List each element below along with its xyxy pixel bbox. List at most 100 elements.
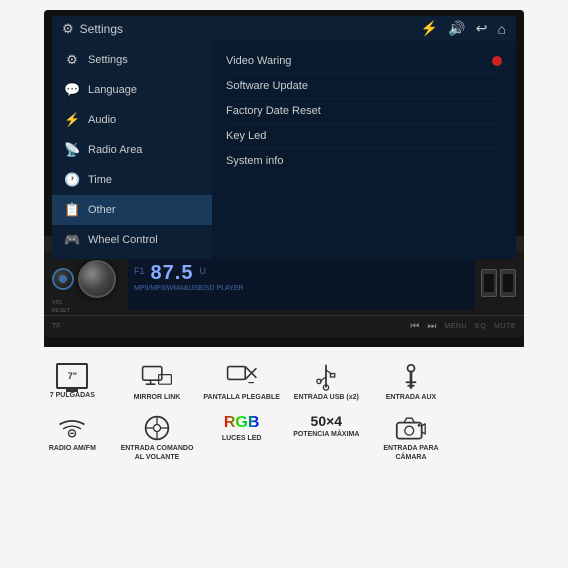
feature-rgb: RGB LUCES LED bbox=[199, 410, 284, 466]
screen-bezel: ⚙ Settings ⚡ 🔊 ↩ ⌂ ⚙ bbox=[44, 10, 524, 236]
menu-label-time: Time bbox=[88, 174, 112, 186]
key-led-label: Key Led bbox=[226, 130, 266, 142]
volume-knob[interactable] bbox=[78, 260, 116, 298]
feature-mirror-link: MIRROR LINK bbox=[115, 359, 200, 406]
reset-label: RESET bbox=[52, 308, 122, 314]
feature-mirror-label: MIRROR LINK bbox=[134, 394, 181, 402]
knob-container bbox=[52, 260, 122, 298]
usb-port-1 bbox=[481, 269, 497, 297]
usb-port-1-inner bbox=[484, 274, 494, 292]
usb-icon bbox=[310, 363, 342, 391]
player-left-controls: MIC VOL RESET bbox=[52, 252, 122, 314]
feature-pantalla: PANTALLA PLEGABLE bbox=[199, 359, 284, 406]
right-item-sysinfo[interactable]: System info bbox=[226, 149, 502, 173]
features-row-1: 7" 7 PULGADAS MIRROR LINK PANTALLA PLEGA… bbox=[20, 359, 548, 406]
right-content: Video Waring Software Update Factory Dat… bbox=[212, 41, 516, 259]
left-menu: ⚙ Settings 💬 Language ⚡ Audio 📡 bbox=[52, 41, 212, 259]
menu-label-language: Language bbox=[88, 84, 137, 96]
menu-item-audio[interactable]: ⚡ Audio bbox=[52, 105, 212, 135]
feature-7-inch: 7" 7 PULGADAS bbox=[30, 359, 115, 406]
frequency-display: 87.5 bbox=[151, 263, 194, 283]
menu-label-radio: Radio Area bbox=[88, 144, 142, 156]
feature-radio: RADIO AM/FM bbox=[30, 410, 115, 466]
mirror-link-icon bbox=[141, 363, 173, 391]
back-icon: ↩ bbox=[476, 20, 488, 37]
freq-suffix: U bbox=[199, 266, 206, 276]
camara-icon bbox=[395, 414, 427, 442]
right-item-software[interactable]: Software Update bbox=[226, 74, 502, 99]
next-button[interactable]: ⏭ bbox=[427, 321, 436, 332]
settings-menu-icon: ⚙ bbox=[64, 52, 80, 68]
video-waring-label: Video Waring bbox=[226, 55, 291, 67]
bottom-bezel bbox=[44, 337, 524, 347]
topbar-right: ⚡ 🔊 ↩ ⌂ bbox=[421, 20, 506, 37]
display: ⚙ Settings ⚡ 🔊 ↩ ⌂ ⚙ bbox=[52, 16, 516, 236]
display-content: ⚙ Settings 💬 Language ⚡ Audio 📡 bbox=[52, 41, 516, 259]
right-item-video[interactable]: Video Waring bbox=[226, 49, 502, 74]
feature-potencia-label: POTENCIA MÁXIMA bbox=[293, 431, 359, 439]
usb-ports bbox=[481, 269, 516, 297]
feature-volante-label: ENTRADA COMANDO AL VOLANTE bbox=[117, 445, 198, 462]
feature-aux: ENTRADA AUX bbox=[369, 359, 454, 406]
feature-usb: ENTRADA USB (x2) bbox=[284, 359, 369, 406]
time-icon: 🕐 bbox=[64, 172, 80, 188]
freq-prefix: F1 bbox=[134, 266, 145, 276]
language-icon: 💬 bbox=[64, 82, 80, 98]
tf-label: TF bbox=[52, 323, 61, 330]
volante-icon bbox=[141, 414, 173, 442]
home-icon: ⌂ bbox=[498, 21, 506, 37]
feature-7-label: 7 PULGADAS bbox=[50, 392, 95, 400]
radio-icon bbox=[56, 414, 88, 442]
topbar-left: ⚙ Settings bbox=[62, 21, 123, 37]
mute-ctrl-label[interactable]: MUTE bbox=[494, 323, 516, 330]
vol-label: VOL bbox=[52, 300, 122, 306]
7inch-icon: 7" bbox=[56, 363, 88, 389]
usb-port-2 bbox=[500, 269, 516, 297]
rgb-icon: RGB bbox=[224, 414, 260, 432]
mode-knob-inner bbox=[59, 275, 67, 283]
player-panel: MIC VOL RESET F1 87.5 U MP5/MP3/WMA&USB/… bbox=[44, 250, 524, 315]
screen-unit: ⚙ Settings ⚡ 🔊 ↩ ⌂ ⚙ bbox=[44, 10, 524, 347]
menu-item-wheel[interactable]: 🎮 Wheel Control bbox=[52, 225, 212, 255]
feature-usb-label: ENTRADA USB (x2) bbox=[294, 394, 359, 402]
menu-label-settings: Settings bbox=[88, 54, 128, 66]
feature-spacer-2 bbox=[453, 410, 538, 466]
feature-spacer-1 bbox=[453, 359, 538, 406]
right-item-factory[interactable]: Factory Date Reset bbox=[226, 99, 502, 124]
menu-item-other[interactable]: 📋 Other bbox=[52, 195, 212, 225]
menu-ctrl-label[interactable]: MENU bbox=[444, 323, 467, 330]
system-info-label: System info bbox=[226, 155, 283, 167]
feature-aux-label: ENTRADA AUX bbox=[386, 394, 436, 402]
mode-knob[interactable] bbox=[52, 268, 74, 290]
player-right bbox=[481, 269, 516, 297]
menu-item-settings[interactable]: ⚙ Settings bbox=[52, 45, 212, 75]
red-dot-indicator bbox=[492, 56, 502, 66]
menu-label-other: Other bbox=[88, 204, 116, 216]
wheel-icon: 🎮 bbox=[64, 232, 80, 248]
control-bar: TF ⏮ ⏭ MENU EQ MUTE bbox=[44, 315, 524, 337]
display-topbar: ⚙ Settings ⚡ 🔊 ↩ ⌂ bbox=[52, 16, 516, 41]
volume-icon: 🔊 bbox=[448, 20, 465, 37]
right-item-keyled[interactable]: Key Led bbox=[226, 124, 502, 149]
factory-reset-label: Factory Date Reset bbox=[226, 105, 321, 117]
menu-item-radio[interactable]: 📡 Radio Area bbox=[52, 135, 212, 165]
feature-rgb-label: LUCES LED bbox=[222, 435, 262, 443]
menu-item-time[interactable]: 🕐 Time bbox=[52, 165, 212, 195]
menu-label-audio: Audio bbox=[88, 114, 116, 126]
aux-icon bbox=[395, 363, 427, 391]
prev-button[interactable]: ⏮ bbox=[410, 321, 419, 332]
feature-pantalla-label: PANTALLA PLEGABLE bbox=[203, 394, 279, 402]
feature-volante: ENTRADA COMANDO AL VOLANTE bbox=[115, 410, 200, 466]
product-container: ⚙ Settings ⚡ 🔊 ↩ ⌂ ⚙ bbox=[0, 0, 568, 568]
player-display-screen: F1 87.5 U MP5/MP3/WMA&USB/SD PLAYER bbox=[128, 255, 475, 310]
features-row-2: RADIO AM/FM ENTRADA COMANDO AL VOLANTE R… bbox=[20, 410, 548, 466]
menu-label-wheel: Wheel Control bbox=[88, 234, 158, 246]
freq-row: F1 87.5 U bbox=[134, 259, 469, 283]
pantalla-icon bbox=[226, 363, 258, 391]
menu-item-language[interactable]: 💬 Language bbox=[52, 75, 212, 105]
feature-camara: ENTRADA PARA CÁMARA bbox=[369, 410, 454, 466]
eq-ctrl-label[interactable]: EQ bbox=[475, 323, 486, 330]
gear-icon: ⚙ bbox=[62, 21, 74, 37]
feature-potencia: 50×4 POTENCIA MÁXIMA bbox=[284, 410, 369, 466]
control-bar-right: ⏮ ⏭ MENU EQ MUTE bbox=[410, 321, 516, 332]
